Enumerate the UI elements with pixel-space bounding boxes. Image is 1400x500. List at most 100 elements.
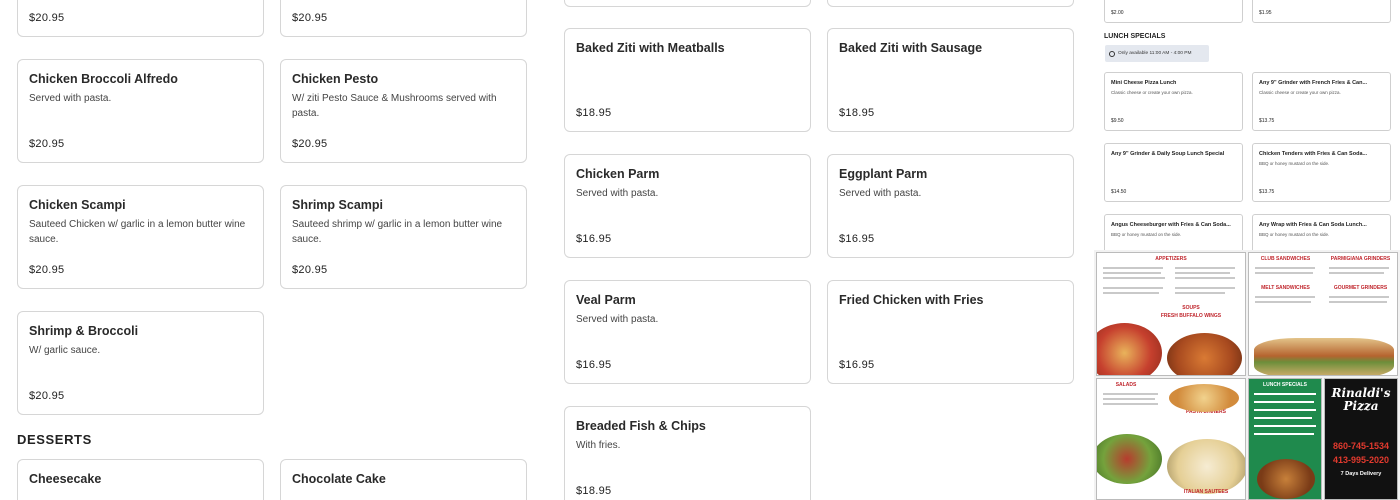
item-description: Classic cheese or create your own pizza. bbox=[1111, 90, 1193, 95]
item-description: BBQ or honey mustard on the side. bbox=[1111, 232, 1182, 237]
preview-menu-card[interactable]: Mini Cheese Pizza Lunch Classic cheese o… bbox=[1104, 72, 1243, 131]
flyer-panel-lunch-specials: LUNCH SPECIALS bbox=[1248, 378, 1322, 500]
wings-photo bbox=[1167, 333, 1242, 375]
item-description: BBQ or honey mustard on the side. bbox=[1259, 161, 1330, 166]
flyer-heading: SALADS bbox=[1115, 382, 1137, 388]
preview-menu-card[interactable]: $1.95 bbox=[1252, 0, 1391, 23]
menu-card[interactable]: Eggplant Parm Served with pasta. $16.95 bbox=[827, 154, 1074, 258]
item-name: Eggplant Parm bbox=[839, 167, 928, 181]
item-price: $2.00 bbox=[1111, 10, 1124, 16]
preview-menu-card[interactable]: Angus Cheeseburger with Fries & Can Soda… bbox=[1104, 214, 1243, 254]
item-price: $13.75 bbox=[1259, 118, 1275, 124]
item-price: $9.50 bbox=[1111, 118, 1124, 124]
menu-card[interactable]: Fried Chicken with Fries $16.95 bbox=[827, 280, 1074, 384]
item-name: Cheesecake bbox=[29, 472, 102, 486]
item-name: Chicken Pesto bbox=[292, 72, 379, 86]
item-name: Veal Parm bbox=[576, 293, 636, 307]
preview-menu-card[interactable]: Any 9" Grinder & Daily Soup Lunch Specia… bbox=[1104, 143, 1243, 202]
menu-card[interactable]: $20.95 bbox=[280, 0, 527, 37]
item-price: $20.95 bbox=[292, 12, 328, 24]
flyer-heading: ITALIAN SAUTEES bbox=[1183, 489, 1229, 495]
item-price: $20.95 bbox=[29, 12, 65, 24]
fettuccine-photo bbox=[1167, 439, 1245, 494]
pasta-photo bbox=[1169, 384, 1239, 412]
item-description: Served with pasta. bbox=[29, 93, 112, 104]
item-price: $18.95 bbox=[576, 485, 612, 497]
preview-menu-card[interactable]: Any 9" Grinder with French Fries & Can..… bbox=[1252, 72, 1391, 131]
item-price: $1.95 bbox=[1259, 10, 1272, 16]
menu-card[interactable]: Breaded Fish & Chips With fries. $18.95 bbox=[564, 406, 811, 500]
menu-card[interactable]: Veal Parm Served with pasta. $16.95 bbox=[564, 280, 811, 384]
item-description: W/ ziti Pesto Sauce & Mushrooms served w… bbox=[292, 93, 497, 119]
flyer-panel-sandwiches: CLUB SANDWICHES PARMIGIANA GRINDERS MELT… bbox=[1248, 252, 1398, 376]
flyer-heading: FRESH BUFFALO WINGS bbox=[1160, 313, 1222, 319]
menu-card[interactable]: Cheesecake bbox=[17, 459, 264, 500]
phone-number-2: 413-995-2020 bbox=[1332, 455, 1390, 465]
lunch-specials-heading: LUNCH SPECIALS bbox=[1104, 33, 1166, 40]
menu-card[interactable]: Shrimp Scampi Sauteed shrimp w/ garlic i… bbox=[280, 185, 527, 289]
flyer-heading: APPETIZERS bbox=[1155, 256, 1187, 262]
preview-menu-card[interactable]: $2.00 bbox=[1104, 0, 1243, 23]
item-price: $20.95 bbox=[29, 264, 65, 276]
item-name: Baked Ziti with Sausage bbox=[839, 41, 983, 55]
flyer-heading: PARMIGIANA GRINDERS bbox=[1330, 256, 1391, 262]
flyer-panel-salads: SALADS PASTA DINNERS ITALIAN SAUTEES bbox=[1096, 378, 1246, 500]
pizza-photo bbox=[1097, 323, 1162, 375]
item-name: Any 9" Grinder & Daily Soup Lunch Specia… bbox=[1111, 151, 1225, 157]
flyer-panel-brand: Rinaldi's Pizza 860-745-1534 413-995-202… bbox=[1324, 378, 1398, 500]
item-description: Served with pasta. bbox=[576, 314, 659, 325]
flyer-heading: GOURMET GRINDERS bbox=[1333, 285, 1388, 291]
item-price: $16.95 bbox=[576, 233, 612, 245]
flyer-heading: SOUPS bbox=[1182, 305, 1200, 311]
item-name: Any Wrap with Fries & Can Soda Lunch... bbox=[1259, 222, 1367, 228]
brand-logo: Rinaldi's Pizza bbox=[1331, 386, 1391, 413]
item-name: Any 9" Grinder with French Fries & Can..… bbox=[1259, 80, 1368, 86]
item-name: Chicken Scampi bbox=[29, 198, 126, 212]
item-name: Fried Chicken with Fries bbox=[839, 293, 984, 307]
menu-card[interactable]: Chicken Pesto W/ ziti Pesto Sauce & Mush… bbox=[280, 59, 527, 163]
item-name: Angus Cheeseburger with Fries & Can Soda… bbox=[1111, 222, 1231, 228]
preview-menu-card[interactable]: Chicken Tenders with Fries & Can Soda...… bbox=[1252, 143, 1391, 202]
menu-card[interactable]: Baked Ziti with Meatballs $18.95 bbox=[564, 28, 811, 132]
menu-card[interactable]: Baked Ziti with Sausage $18.95 bbox=[827, 28, 1074, 132]
menu-card[interactable]: Chicken Parm Served with pasta. $16.95 bbox=[564, 154, 811, 258]
item-description: With fries. bbox=[576, 440, 621, 451]
item-price: $20.95 bbox=[29, 390, 65, 402]
salad-photo bbox=[1097, 434, 1162, 484]
item-price: $20.95 bbox=[292, 138, 328, 150]
item-description: Classic cheese or create your own pizza. bbox=[1259, 90, 1341, 95]
item-name: Chocolate Cake bbox=[292, 472, 386, 486]
item-price: $14.50 bbox=[1111, 189, 1127, 195]
phone-number-1: 860-745-1534 bbox=[1332, 441, 1390, 451]
menu-flyer-image[interactable]: APPETIZERS SOUPS FRESH BUFFALO WINGS CLU… bbox=[1094, 250, 1400, 500]
item-description: Served with pasta. bbox=[839, 188, 922, 199]
sandwich-photo bbox=[1254, 338, 1394, 375]
item-name: Breaded Fish & Chips bbox=[576, 419, 706, 433]
item-description: Served with pasta. bbox=[576, 188, 659, 199]
item-name: Chicken Parm bbox=[576, 167, 660, 181]
flyer-heading: LUNCH SPECIALS bbox=[1263, 382, 1307, 388]
item-price: $13.75 bbox=[1259, 189, 1275, 195]
clock-icon bbox=[1109, 50, 1115, 57]
menu-card[interactable] bbox=[827, 0, 1074, 7]
menu-card[interactable]: Chicken Broccoli Alfredo Served with pas… bbox=[17, 59, 264, 163]
menu-card[interactable]: Shrimp & Broccoli W/ garlic sauce. $20.9… bbox=[17, 311, 264, 415]
desserts-heading: DESSERTS bbox=[17, 432, 92, 447]
menu-card[interactable] bbox=[564, 0, 811, 7]
item-price: $18.95 bbox=[576, 107, 612, 119]
item-name: Shrimp Scampi bbox=[292, 198, 383, 212]
item-name: Mini Cheese Pizza Lunch bbox=[1111, 80, 1177, 86]
menu-card[interactable]: Chicken Scampi Sauteed Chicken w/ garlic… bbox=[17, 185, 264, 289]
item-name: Chicken Tenders with Fries & Can Soda... bbox=[1259, 151, 1368, 157]
delivery-hours: 7 Days Delivery bbox=[1340, 471, 1382, 477]
burger-photo bbox=[1257, 459, 1315, 499]
lunch-hours-text: Only available 11:00 AM - 4:00 PM bbox=[1118, 51, 1192, 56]
lunch-hours-badge: Only available 11:00 AM - 4:00 PM bbox=[1105, 45, 1209, 62]
item-name: Baked Ziti with Meatballs bbox=[576, 41, 725, 55]
item-price: $16.95 bbox=[839, 359, 875, 371]
item-name: Shrimp & Broccoli bbox=[29, 324, 139, 338]
preview-menu-card[interactable]: Any Wrap with Fries & Can Soda Lunch... … bbox=[1252, 214, 1391, 254]
item-description: BBQ or honey mustard on the side. bbox=[1259, 232, 1330, 237]
menu-card[interactable]: $20.95 bbox=[17, 0, 264, 37]
menu-card[interactable]: Chocolate Cake bbox=[280, 459, 527, 500]
